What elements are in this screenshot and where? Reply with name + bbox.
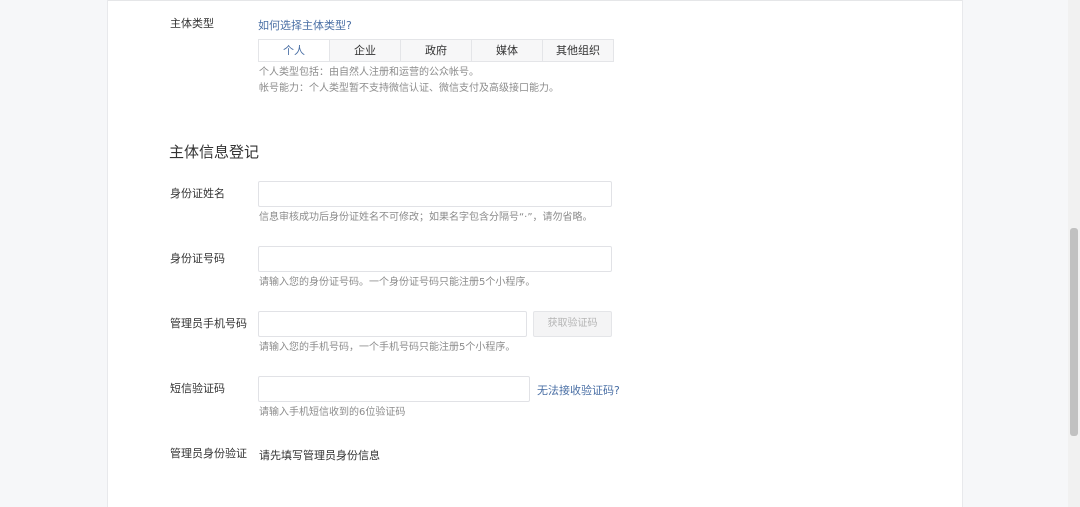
top-divider [108, 0, 962, 1]
entity-type-option-media[interactable]: 媒体 [471, 40, 542, 61]
sms-help-link[interactable]: 无法接收验证码? [537, 382, 620, 398]
sms-code-hint: 请输入手机短信收到的6位验证码 [259, 407, 406, 418]
phone-input[interactable] [258, 311, 527, 337]
sms-code-label: 短信验证码 [170, 382, 225, 395]
get-code-button[interactable]: 获取验证码 [533, 311, 612, 337]
entity-type-option-personal[interactable]: 个人 [259, 40, 329, 61]
id-name-hint: 信息审核成功后身份证姓名不可修改；如果名字包含分隔号“·”，请勿省略。 [259, 212, 593, 223]
scrollbar-thumb[interactable] [1070, 228, 1078, 436]
entity-type-option-government[interactable]: 政府 [400, 40, 471, 61]
id-number-input[interactable] [258, 246, 612, 272]
entity-type-label: 主体类型 [170, 17, 214, 30]
phone-label: 管理员手机号码 [170, 317, 247, 330]
entity-type-help-link[interactable]: 如何选择主体类型? [258, 17, 352, 33]
entity-type-option-other[interactable]: 其他组织 [542, 40, 613, 61]
id-number-label: 身份证号码 [170, 252, 225, 265]
phone-hint: 请输入您的手机号码，一个手机号码只能注册5个小程序。 [259, 342, 516, 353]
section-title: 主体信息登记 [169, 143, 260, 161]
entity-type-option-enterprise[interactable]: 企业 [329, 40, 400, 61]
id-name-label: 身份证姓名 [170, 187, 225, 200]
entity-type-hint-line1: 个人类型包括：由自然人注册和运营的公众帐号。 [259, 67, 479, 78]
entity-type-hint-line2: 帐号能力：个人类型暂不支持微信认证、微信支付及高级接口能力。 [259, 83, 559, 94]
entity-type-selector: 个人 企业 政府 媒体 其他组织 [258, 39, 614, 62]
admin-verify-text: 请先填写管理员身份信息 [259, 449, 380, 462]
page-scrollbar[interactable] [1068, 0, 1080, 507]
admin-verify-label: 管理员身份验证 [170, 447, 247, 460]
id-name-input[interactable] [258, 181, 612, 207]
sms-code-input[interactable] [258, 376, 530, 402]
id-number-hint: 请输入您的身份证号码。一个身份证号码只能注册5个小程序。 [259, 277, 536, 288]
